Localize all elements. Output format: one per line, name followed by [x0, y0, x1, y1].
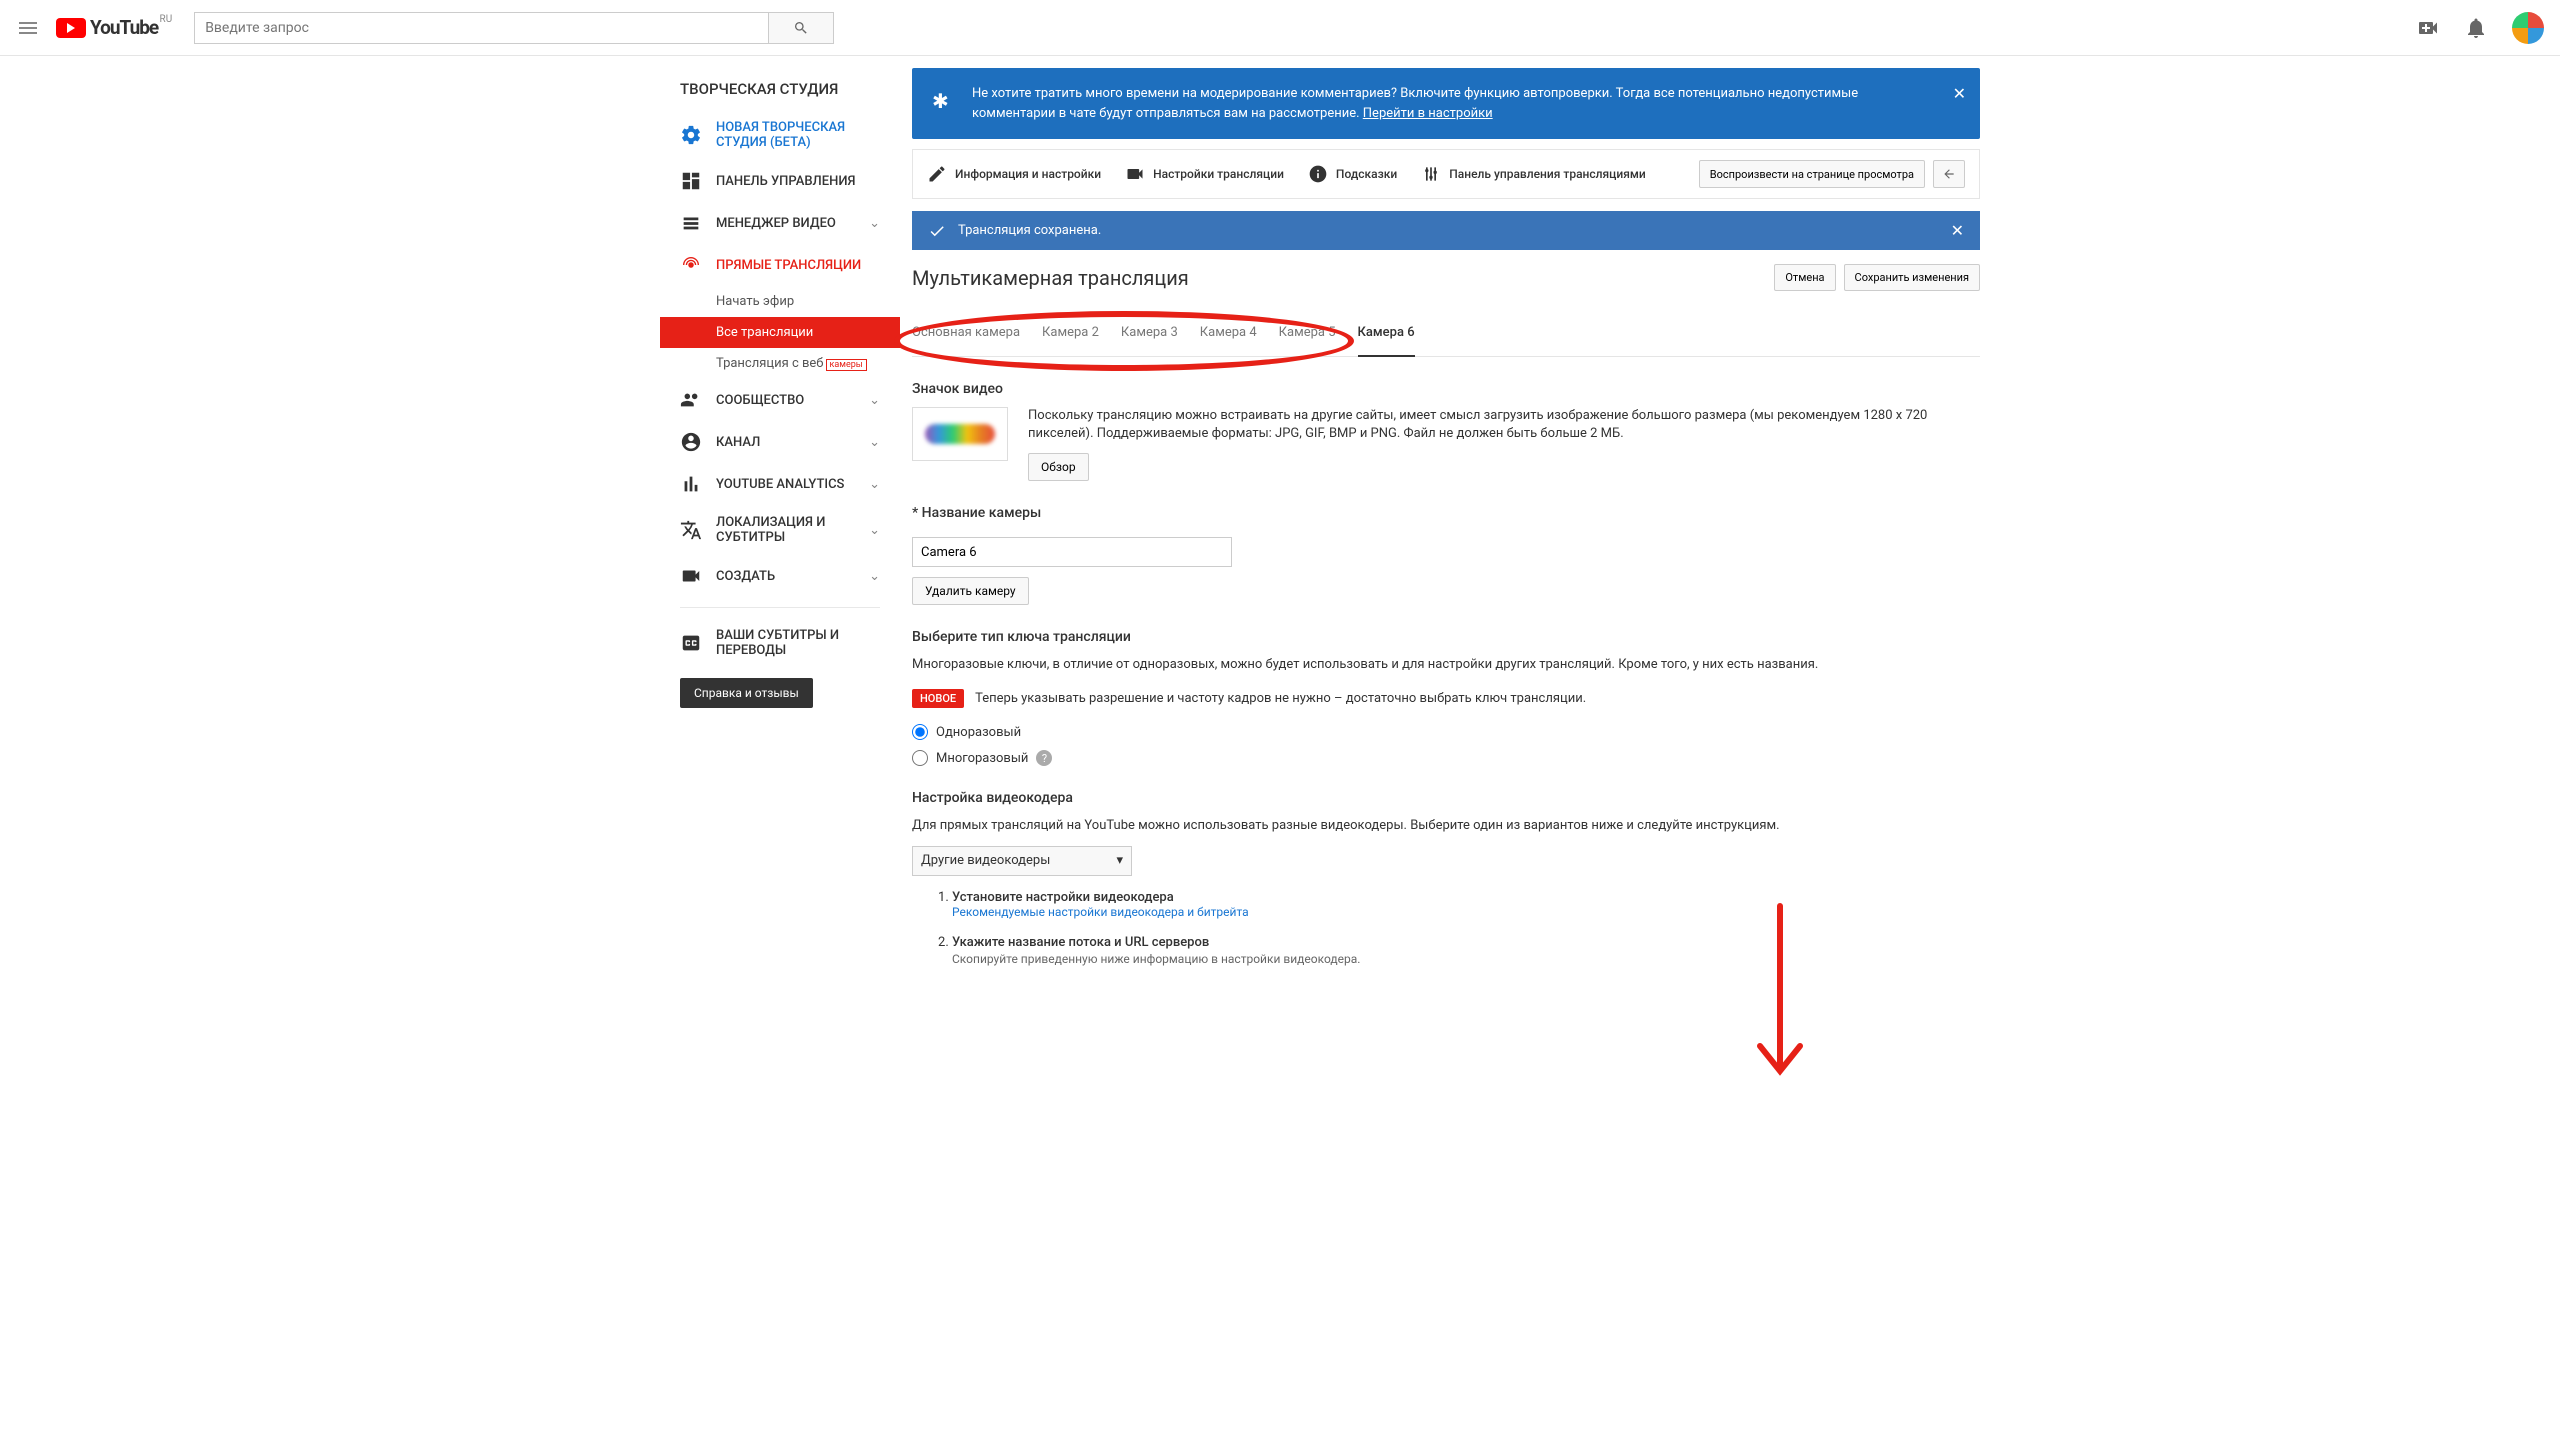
- tool-info[interactable]: Информация и настройки: [927, 164, 1101, 184]
- close-icon[interactable]: ✕: [1953, 82, 1966, 106]
- new-badge: НОВОЕ: [912, 689, 964, 708]
- chevron-down-icon: ▾: [1116, 853, 1123, 868]
- sidebar-item-community[interactable]: СООБЩЕСТВО ⌄: [660, 379, 900, 421]
- tab-camera-0[interactable]: Основная камера: [912, 325, 1020, 346]
- chevron-down-icon: ⌄: [869, 523, 880, 538]
- menu-icon[interactable]: [16, 16, 40, 40]
- sidebar-item-new-studio[interactable]: НОВАЯ ТВОРЧЕСКАЯ СТУДИЯ (БЕТА): [660, 110, 900, 160]
- encoder-recommended-link[interactable]: Рекомендуемые настройки видеокодера и би…: [952, 905, 1980, 919]
- tab-camera-4[interactable]: Камера 5: [1279, 325, 1336, 346]
- banner-link[interactable]: Перейти в настройки: [1363, 106, 1493, 121]
- sidebar-item-captions[interactable]: ВАШИ СУБТИТРЫ И ПЕРЕВОДЫ: [660, 618, 900, 668]
- chevron-down-icon: ⌄: [869, 435, 880, 450]
- info-banner: ✱ Не хотите тратить много времени на мод…: [912, 68, 1980, 139]
- camera-name-label: * Название камеры: [912, 505, 1980, 521]
- chevron-down-icon: ⌄: [869, 216, 880, 231]
- delete-camera-button[interactable]: Удалить камеру: [912, 577, 1029, 605]
- key-type-title: Выберите тип ключа трансляции: [912, 629, 1980, 645]
- sidebar-item-dashboard[interactable]: ПАНЕЛЬ УПРАВЛЕНИЯ: [660, 160, 900, 202]
- save-button[interactable]: Сохранить изменения: [1844, 264, 1980, 291]
- logo-text: YouTube: [90, 16, 158, 39]
- page-title: Мультикамерная трансляция: [912, 266, 1189, 290]
- chevron-down-icon: ⌄: [869, 569, 880, 584]
- logo[interactable]: YouTube RU: [56, 16, 158, 39]
- toolbar: Информация и настройки Настройки трансля…: [912, 149, 1980, 199]
- logo-play-icon: [56, 18, 86, 38]
- sidebar: ТВОРЧЕСКАЯ СТУДИЯ НОВАЯ ТВОРЧЕСКАЯ СТУДИ…: [660, 56, 900, 1022]
- sidebar-item-live[interactable]: ПРЯМЫЕ ТРАНСЛЯЦИИ: [660, 244, 900, 286]
- sidebar-title: ТВОРЧЕСКАЯ СТУДИЯ: [660, 68, 900, 110]
- check-icon: [928, 222, 946, 240]
- search-button[interactable]: [769, 12, 834, 44]
- radio-single-use[interactable]: Одноразовый: [912, 724, 1980, 740]
- close-icon[interactable]: ✕: [1951, 221, 1964, 240]
- feedback-button[interactable]: Справка и отзывы: [680, 678, 813, 708]
- encoder-select[interactable]: Другие видеокодеры ▾: [912, 846, 1132, 876]
- camera-name-input[interactable]: [912, 537, 1232, 567]
- sidebar-sub-start[interactable]: Начать эфир: [660, 286, 900, 317]
- upload-icon[interactable]: [2416, 16, 2440, 40]
- thumbnail-preview: [912, 407, 1008, 461]
- play-page-button[interactable]: Воспроизвести на странице просмотра: [1699, 160, 1925, 188]
- sidebar-sub-webcam[interactable]: Трансляция с вебкамеры: [660, 348, 900, 379]
- chevron-down-icon: ⌄: [869, 477, 880, 492]
- sidebar-sub-all[interactable]: Все трансляции: [660, 317, 900, 348]
- sidebar-item-video-manager[interactable]: МЕНЕДЖЕР ВИДЕО ⌄: [660, 202, 900, 244]
- sidebar-item-analytics[interactable]: YOUTUBE ANALYTICS ⌄: [660, 463, 900, 505]
- camera-tabs: Основная камера Камера 2 Камера 3 Камера 4 К…: [912, 325, 1980, 357]
- back-button[interactable]: [1933, 160, 1965, 188]
- radio-multi-use[interactable]: Многоразовый ?: [912, 750, 1980, 766]
- tab-camera-2[interactable]: Камера 3: [1121, 325, 1178, 346]
- encoder-step: Установите настройки видеокодераРекоменд…: [952, 890, 1980, 919]
- sidebar-item-channel[interactable]: КАНАЛ ⌄: [660, 421, 900, 463]
- encoder-title: Настройка видеокодера: [912, 790, 1980, 806]
- sidebar-item-create[interactable]: СОЗДАТЬ ⌄: [660, 555, 900, 597]
- status-bar: Трансляция сохранена. ✕: [912, 211, 1980, 250]
- help-icon[interactable]: ?: [1036, 750, 1052, 766]
- main-content: ✱ Не хотите тратить много времени на мод…: [900, 56, 2000, 1022]
- cancel-button[interactable]: Отмена: [1774, 264, 1835, 291]
- star-icon: ✱: [932, 86, 949, 116]
- search-input[interactable]: [194, 12, 769, 44]
- tab-camera-3[interactable]: Камера 4: [1200, 325, 1257, 346]
- tab-camera-5[interactable]: Камера 6: [1358, 325, 1415, 357]
- tab-camera-1[interactable]: Камера 2: [1042, 325, 1099, 346]
- browse-button[interactable]: Обзор: [1028, 453, 1089, 481]
- logo-region: RU: [160, 14, 173, 25]
- avatar[interactable]: [2512, 12, 2544, 44]
- chevron-down-icon: ⌄: [869, 393, 880, 408]
- sidebar-item-localization[interactable]: ЛОКАЛИЗАЦИЯ И СУБТИТРЫ ⌄: [660, 505, 900, 555]
- tool-cards[interactable]: Подсказки: [1308, 164, 1397, 184]
- thumbnail-title: Значок видео: [912, 381, 1980, 397]
- notifications-icon[interactable]: [2464, 16, 2488, 40]
- encoder-step: Укажите название потока и URL серверовСк…: [952, 935, 1980, 966]
- tool-control-panel[interactable]: Панель управления трансляциями: [1421, 164, 1646, 184]
- tool-stream-settings[interactable]: Настройки трансляции: [1125, 164, 1284, 184]
